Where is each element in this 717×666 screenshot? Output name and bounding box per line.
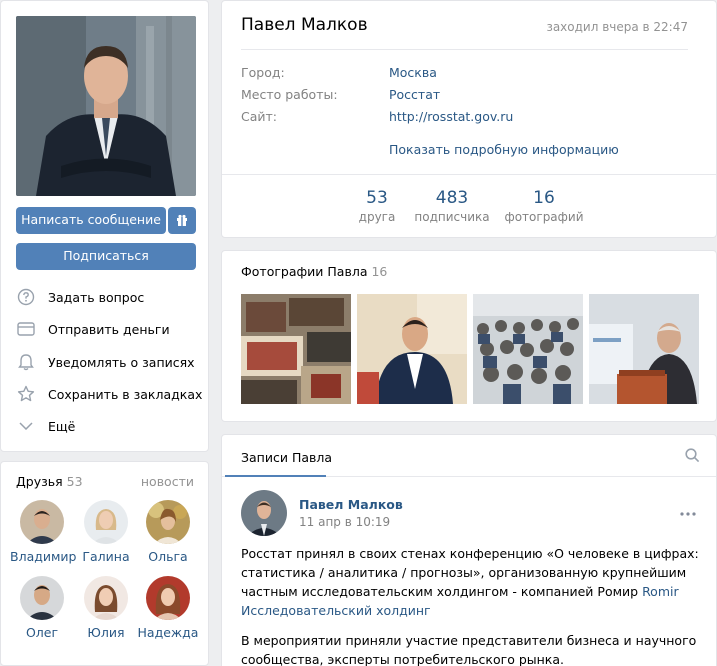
friends-title: Друзья: [16, 474, 63, 489]
counter-number: 483: [435, 188, 469, 208]
subscribe-button[interactable]: Подписаться: [16, 243, 196, 270]
last-seen-status: заходил вчера в 22:47: [546, 20, 688, 34]
friend-item[interactable]: Надежда: [136, 576, 200, 640]
friend-name: Галина: [82, 549, 130, 564]
friend-avatar: [20, 500, 64, 544]
money-card-icon: [16, 319, 36, 339]
info-key: Город:: [241, 65, 285, 80]
info-value-link[interactable]: http://rosstat.gov.ru: [389, 109, 513, 124]
post-text-body: Росстат принял в своих стенах конференци…: [241, 546, 699, 599]
photo-thumbnail[interactable]: [241, 294, 351, 404]
friends-header[interactable]: Друзья 53: [16, 474, 83, 489]
notify-posts-action[interactable]: Уведомлять о записях: [16, 351, 195, 373]
counter-followers[interactable]: 483 подписчика: [412, 188, 492, 224]
photos-block: Фотографии Павла 16: [221, 250, 717, 422]
friend-item[interactable]: Ольга: [136, 500, 200, 564]
friend-avatar: [84, 500, 128, 544]
star-icon: [16, 384, 36, 404]
save-bookmark-action[interactable]: Сохранить в закладках: [16, 383, 202, 405]
friends-news-link[interactable]: новости: [141, 474, 194, 489]
counter-label: друга: [358, 210, 396, 224]
friend-item[interactable]: Юлия: [74, 576, 138, 640]
photo-thumbnail[interactable]: [357, 294, 467, 404]
divider: [241, 49, 688, 50]
photo-thumbnail[interactable]: [473, 294, 583, 404]
send-money-action[interactable]: Отправить деньги: [16, 318, 170, 340]
question-icon: [16, 287, 36, 307]
gift-icon: [177, 214, 187, 226]
photos-header[interactable]: Фотографии Павла 16: [241, 264, 387, 279]
profile-sidebar: Написать сообщение Подписаться Задать во…: [0, 0, 209, 452]
info-row-site: Сайт: http://rosstat.gov.ru: [241, 109, 513, 124]
bell-icon: [16, 352, 36, 372]
friend-item[interactable]: Галина: [74, 500, 138, 564]
counter-number: 16: [533, 188, 555, 208]
wall-tab[interactable]: Записи Павла: [241, 450, 332, 465]
active-tab-indicator: [225, 475, 326, 477]
friend-avatar: [20, 576, 64, 620]
post-text-paragraph: В мероприятии приняли участие представит…: [241, 633, 697, 666]
info-row-work: Место работы: Росстат: [241, 87, 440, 102]
info-key: Место работы:: [241, 87, 338, 102]
photos-count: 16: [371, 264, 388, 279]
profile-name: Павел Малков: [241, 15, 368, 35]
info-value-link[interactable]: Росстат: [389, 87, 440, 102]
profile-avatar[interactable]: [16, 16, 196, 196]
ask-question-action[interactable]: Задать вопрос: [16, 286, 144, 308]
wall-search-button[interactable]: [685, 448, 700, 466]
friend-avatar: [146, 576, 190, 620]
post-more-menu[interactable]: [680, 501, 696, 520]
ask-question-label: Задать вопрос: [48, 289, 145, 305]
counter-friends[interactable]: 53 друга: [350, 188, 404, 224]
show-more-info-link[interactable]: Показать подробную информацию: [389, 142, 619, 157]
friend-item[interactable]: Владимир: [10, 500, 77, 564]
wall-block: Записи Павла Павел Малков 11 апр в 10:19…: [221, 434, 717, 666]
post-date[interactable]: 11 апр в 10:19: [299, 515, 390, 529]
save-bookmark-label: Сохранить в закладках: [48, 386, 203, 402]
send-money-label: Отправить деньги: [48, 321, 170, 337]
counter-photos[interactable]: 16 фотографий: [504, 188, 584, 224]
photos-title: Фотографии Павла: [241, 264, 368, 279]
photo-thumbnail[interactable]: [589, 294, 699, 404]
more-dots-icon: [680, 512, 696, 516]
post-author-name[interactable]: Павел Малков: [299, 497, 403, 512]
divider: [222, 174, 716, 175]
info-row-city: Город: Москва: [241, 65, 437, 80]
post-author-avatar[interactable]: [241, 490, 287, 536]
more-actions-label: Ещё: [48, 418, 76, 434]
friend-name: Юлия: [87, 625, 125, 640]
notify-posts-label: Уведомлять о записях: [48, 354, 195, 370]
friend-avatar: [146, 500, 190, 544]
chevron-down-icon: [16, 416, 36, 436]
friends-count: 53: [66, 474, 83, 489]
friend-avatar: [84, 576, 128, 620]
write-message-button[interactable]: Написать сообщение: [16, 207, 166, 234]
counter-number: 53: [366, 188, 388, 208]
gift-button[interactable]: [168, 207, 196, 234]
more-actions[interactable]: Ещё: [16, 415, 75, 437]
counter-label: подписчика: [414, 210, 490, 224]
counter-label: фотографий: [504, 210, 584, 224]
search-icon: [685, 448, 700, 463]
friend-name: Ольга: [148, 549, 188, 564]
friend-name: Надежда: [137, 625, 199, 640]
friend-name: Олег: [25, 625, 59, 640]
friend-name: Владимир: [10, 549, 77, 564]
friends-block: Друзья 53 новости Владимир Галина Ольга О…: [0, 461, 209, 666]
info-key: Сайт:: [241, 109, 278, 124]
post-text: Росстат принял в своих стенах конференци…: [241, 544, 701, 620]
profile-info-card: Павел Малков заходил вчера в 22:47 Город…: [221, 0, 717, 238]
info-value-link[interactable]: Москва: [389, 65, 437, 80]
friend-item[interactable]: Олег: [10, 576, 74, 640]
